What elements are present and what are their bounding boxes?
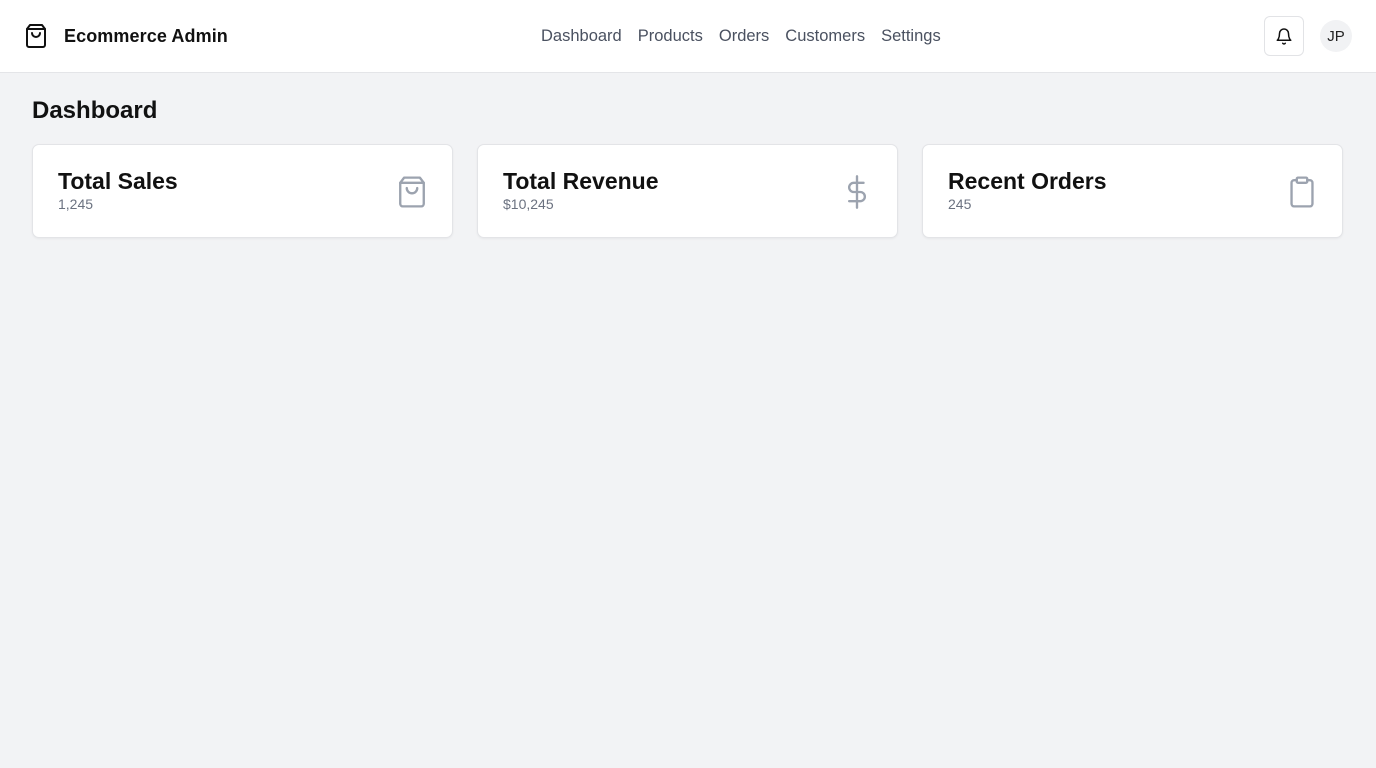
- card-value: $10,245: [503, 196, 554, 212]
- card-title: Total Revenue: [503, 168, 659, 194]
- nav-orders[interactable]: Orders: [719, 26, 769, 46]
- nav-settings[interactable]: Settings: [881, 26, 941, 46]
- brand[interactable]: Ecommerce Admin: [24, 23, 228, 49]
- card-title: Total Sales: [58, 168, 178, 194]
- dollar-icon: [847, 175, 866, 209]
- nav-customers[interactable]: Customers: [785, 26, 865, 46]
- stat-card-total-revenue: Total Revenue $10,245: [477, 144, 898, 238]
- avatar[interactable]: JP: [1320, 20, 1352, 52]
- notifications-button[interactable]: [1264, 16, 1304, 56]
- top-navbar: Ecommerce Admin Dashboard Products Order…: [0, 0, 1376, 73]
- bell-icon: [1276, 27, 1292, 45]
- main-nav: Dashboard Products Orders Customers Sett…: [541, 26, 957, 46]
- nav-dashboard[interactable]: Dashboard: [541, 26, 622, 46]
- stat-card-total-sales: Total Sales 1,245: [32, 144, 453, 238]
- clipboard-icon: [1290, 176, 1314, 208]
- nav-products[interactable]: Products: [638, 26, 703, 46]
- card-value: 245: [948, 196, 972, 212]
- shopping-bag-icon: [26, 24, 46, 48]
- card-value: 1,245: [58, 196, 94, 212]
- brand-title: Ecommerce Admin: [64, 25, 228, 46]
- stat-card-recent-orders: Recent Orders 245: [922, 144, 1343, 238]
- shopping-bag-icon: [399, 176, 425, 208]
- page-title: Dashboard: [32, 97, 158, 124]
- card-title: Recent Orders: [948, 168, 1107, 194]
